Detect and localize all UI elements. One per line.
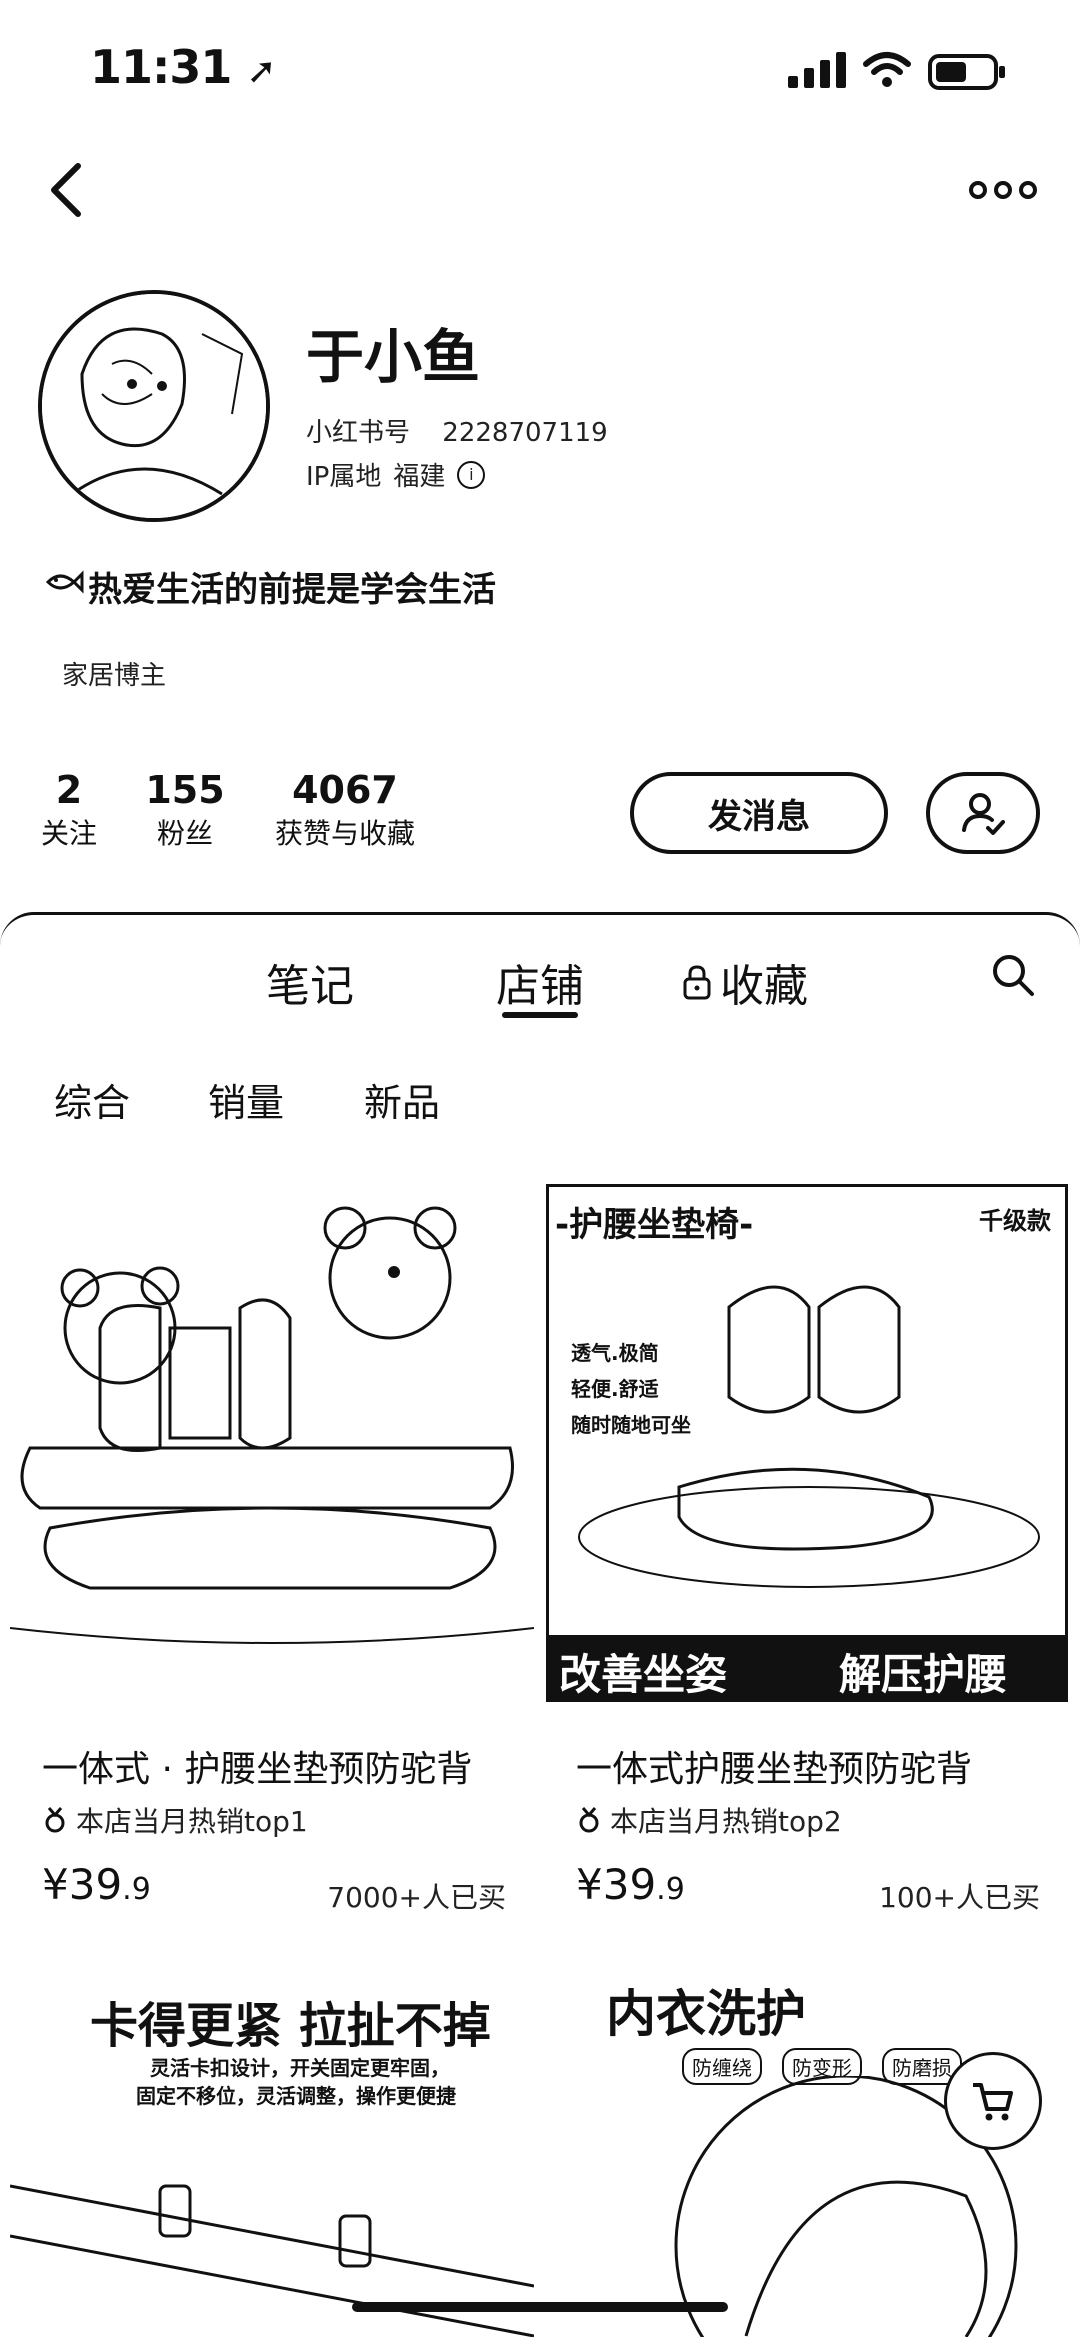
image-corner-text: 千级款 (979, 1207, 1051, 1235)
send-message-button[interactable]: 发消息 (630, 772, 888, 854)
price-main: ¥39 (42, 1860, 123, 1909)
ip-location: IP属地 福建 i (306, 456, 486, 493)
cart-button[interactable] (944, 2052, 1042, 2150)
image-sub-text: 灵活卡扣设计，开关固定更牢固， (150, 2056, 450, 2080)
location-arrow-icon: ➚ (246, 51, 276, 92)
account-id-label: 小红书号 (306, 418, 411, 448)
filter-sales[interactable]: 销量 (208, 1072, 284, 1127)
profile-bio: 热爱生活的前提是学会生活 (88, 570, 496, 610)
search-icon[interactable] (990, 952, 1036, 998)
medal-icon (579, 1807, 599, 1833)
product-sold: 100+人已买 (879, 1881, 1040, 1914)
image-sub-text: 固定不移位，灵活调整，操作更便捷 (136, 2084, 456, 2108)
cellular-signal-icon (788, 52, 848, 88)
image-bottom-right-text: 解压护腰 (839, 1650, 1008, 1699)
tab-shop[interactable]: 店铺 (496, 950, 584, 1014)
stat-following[interactable]: 2 关注 (34, 768, 104, 852)
account-id: 小红书号 2228707119 (306, 412, 608, 449)
ip-value: 福建 (393, 462, 446, 492)
image-headline-text: 卡得更紧 拉扯不掉 (90, 1998, 491, 2054)
status-time: 11:31 ➚ (90, 40, 277, 94)
user-check-icon (962, 793, 1005, 835)
price-decimal: .9 (122, 1872, 151, 1907)
stat-label: 粉丝 (156, 817, 213, 850)
avatar[interactable] (38, 290, 270, 522)
price-decimal: .9 (656, 1872, 685, 1907)
product-rank: 本店当月热销top1 (42, 1800, 308, 1840)
product-sold: 7000+人已买 (327, 1881, 506, 1914)
wifi-icon (863, 52, 911, 87)
product-rank: 本店当月热销top2 (576, 1800, 842, 1840)
product-price: ¥39.9 (42, 1860, 151, 1909)
image-banner-text: -护腰坐垫椅- (555, 1205, 754, 1245)
price-main: ¥39 (576, 1860, 657, 1909)
stat-followers[interactable]: 155 粉丝 (140, 768, 230, 852)
tab-notes[interactable]: 笔记 (266, 950, 354, 1014)
stat-value: 4067 (292, 768, 398, 812)
lock-icon (683, 965, 711, 1000)
stat-likes-collects[interactable]: 4067 获赞与收藏 (262, 768, 428, 852)
image-headline-text: 内衣洗护 (606, 1985, 806, 2043)
stat-label: 关注 (40, 817, 97, 850)
product-title[interactable]: 一体式 · 护腰坐垫预防驼背 (42, 1740, 552, 1792)
profile-name: 于小鱼 (306, 323, 481, 391)
info-circle-icon[interactable]: i (457, 460, 486, 489)
active-tab-indicator (502, 1012, 578, 1018)
product-image[interactable]: -护腰坐垫椅- 千级款 透气.极简 轻便.舒适 随时随地可坐 改善坐姿 解压护腰 (546, 1184, 1068, 1702)
filter-new[interactable]: 新品 (364, 1072, 440, 1127)
fish-icon (45, 570, 84, 594)
product-image[interactable]: 卡得更紧 拉扯不掉 灵活卡扣设计，开关固定更牢固， 固定不移位，灵活调整，操作更… (10, 1956, 534, 2337)
product-price: ¥39.9 (576, 1860, 685, 1909)
product-rank-text: 本店当月热销top2 (610, 1805, 842, 1838)
stat-value: 2 (55, 768, 83, 812)
tab-collections[interactable]: 收藏 (682, 950, 808, 1014)
image-bottom-left-text: 改善坐姿 (559, 1650, 728, 1699)
ip-label: IP属地 (306, 462, 382, 492)
back-chevron-icon[interactable] (40, 160, 100, 220)
more-options-icon[interactable] (968, 172, 1038, 208)
product-rank-text: 本店当月热销top1 (76, 1805, 308, 1838)
stat-value: 155 (145, 768, 225, 812)
product-image[interactable] (10, 1188, 534, 1708)
account-id-value: 2228707119 (442, 418, 608, 448)
stat-label: 获赞与收藏 (274, 817, 415, 850)
medal-icon (45, 1807, 65, 1833)
profile-tag[interactable]: 家居博主 (62, 655, 166, 692)
follow-user-button[interactable] (926, 772, 1040, 854)
shopping-cart-icon (973, 2083, 1013, 2121)
product-title[interactable]: 一体式护腰坐垫预防驼背 (576, 1740, 1080, 1792)
filter-comprehensive[interactable]: 综合 (54, 1072, 130, 1127)
home-indicator[interactable] (352, 2302, 728, 2312)
tab-collections-label: 收藏 (720, 961, 808, 1012)
battery-icon (928, 54, 1005, 90)
